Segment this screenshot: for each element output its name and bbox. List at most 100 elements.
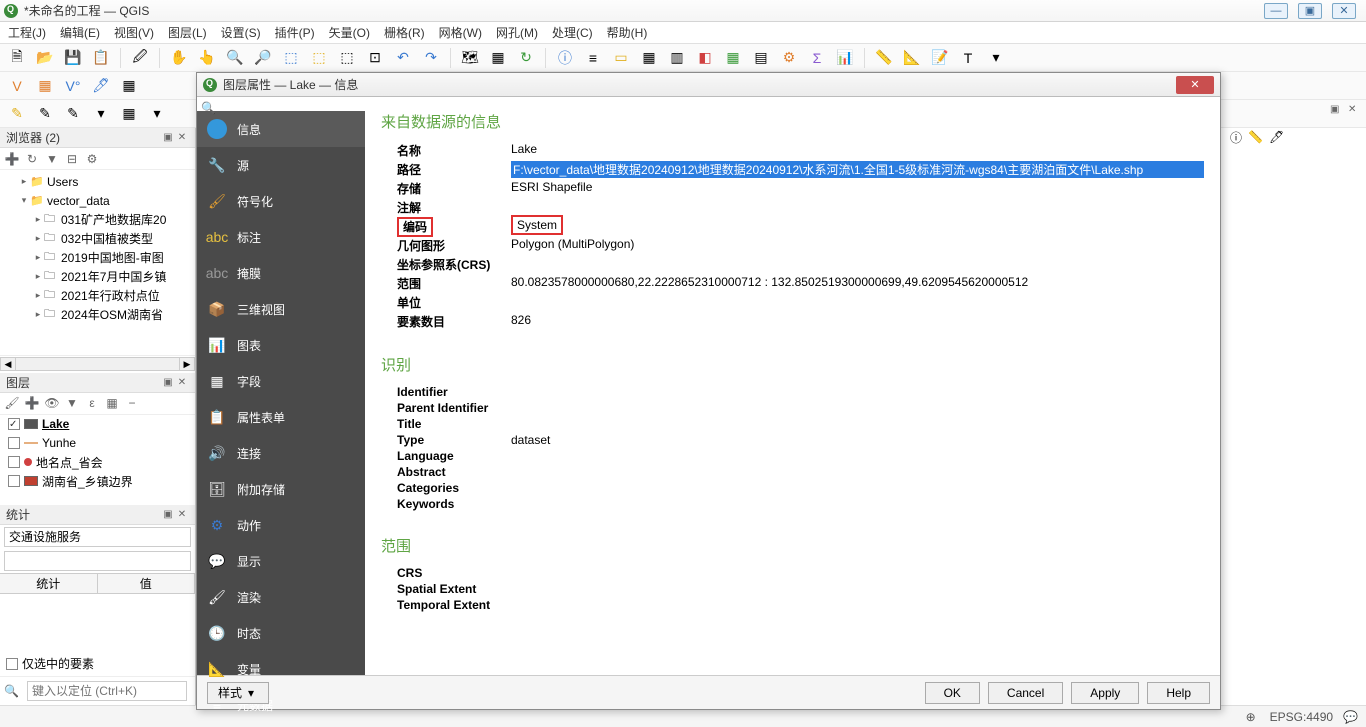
- new-print-button[interactable]: 📋: [90, 47, 112, 69]
- chip-button[interactable]: ▦: [118, 75, 140, 97]
- filter-icon[interactable]: ▼: [44, 151, 60, 167]
- tree-item[interactable]: ▸🗀2021年7月中国乡镇: [0, 267, 195, 286]
- save-edits-button[interactable]: ✎: [34, 103, 56, 125]
- close-button[interactable]: ✕: [1332, 3, 1356, 19]
- sidebar-item-2[interactable]: 🖌符号化: [197, 183, 365, 219]
- locator-input[interactable]: [27, 681, 187, 701]
- tree-item[interactable]: ▸🗀2019中国地图-审图: [0, 248, 195, 267]
- messages-icon[interactable]: 💬: [1343, 710, 1358, 724]
- ident-icon[interactable]: ⓘ: [1230, 129, 1242, 146]
- tb31[interactable]: ▾: [90, 103, 112, 125]
- sidebar-item-12[interactable]: 💬显示: [197, 543, 365, 579]
- measure-area-button[interactable]: 📐: [901, 47, 923, 69]
- tree-item[interactable]: ▸🗀031矿产地数据库20: [0, 210, 195, 229]
- tb32[interactable]: ▦: [118, 103, 140, 125]
- menu-edit[interactable]: 编辑(E): [60, 24, 100, 41]
- filter-layers-icon[interactable]: ▼: [64, 395, 80, 411]
- expand-icon[interactable]: ▸: [32, 271, 44, 282]
- dialog-close-button[interactable]: ✕: [1176, 76, 1214, 94]
- toolbox-button[interactable]: Σ: [806, 47, 828, 69]
- props-icon[interactable]: ⚙: [84, 151, 100, 167]
- zoom-selection-button[interactable]: ⬚: [308, 47, 330, 69]
- expand-icon[interactable]: ▸: [18, 176, 30, 187]
- expr-icon[interactable]: ε: [84, 395, 100, 411]
- measure-button[interactable]: 📏: [873, 47, 895, 69]
- tb30[interactable]: ✎: [62, 103, 84, 125]
- sidebar-item-9[interactable]: 🔊连接: [197, 435, 365, 471]
- expand-icon[interactable]: ▸: [32, 309, 44, 320]
- panel-close-icon[interactable]: ✕: [175, 375, 189, 389]
- layers-tree[interactable]: LakeYunhe地名点_省会湖南省_乡镇边界: [0, 415, 195, 505]
- stats-selected-only[interactable]: 仅选中的要素: [0, 651, 195, 676]
- sidebar-item-14[interactable]: 🕒时态: [197, 615, 365, 651]
- zoom-layer-icon[interactable]: ▦: [104, 395, 120, 411]
- sidebar-item-5[interactable]: 📦三维视图: [197, 291, 365, 327]
- cancel-button[interactable]: Cancel: [988, 682, 1063, 704]
- zoom-in-button[interactable]: 🔍: [224, 47, 246, 69]
- style-menu-button[interactable]: 样式 ▾: [207, 682, 269, 704]
- save-project-button[interactable]: 💾: [62, 47, 84, 69]
- expand-icon[interactable]: ▸: [32, 290, 44, 301]
- zoom-layer-button[interactable]: ⬚: [336, 47, 358, 69]
- browser-hscroll[interactable]: ◀ ▶: [0, 355, 195, 373]
- visibility-icon[interactable]: 👁: [44, 395, 60, 411]
- zoom-next-button[interactable]: ↷: [420, 47, 442, 69]
- dialog-titlebar[interactable]: 图层属性 — Lake — 信息 ✕: [197, 73, 1220, 97]
- menu-layer[interactable]: 图层(L): [168, 24, 207, 41]
- zoom-last-button[interactable]: ↶: [392, 47, 414, 69]
- browser-tree[interactable]: ▸📁Users▾📁vector_data▸🗀031矿产地数据库20▸🗀032中国…: [0, 170, 195, 355]
- sidebar-item-10[interactable]: 🗄附加存储: [197, 471, 365, 507]
- new-project-button[interactable]: 🗎: [6, 47, 28, 69]
- layer-item[interactable]: 湖南省_乡镇边界: [0, 472, 195, 491]
- text-button[interactable]: T: [957, 47, 979, 69]
- zoom-native-button[interactable]: ⊡: [364, 47, 386, 69]
- tb7[interactable]: ≡: [582, 47, 604, 69]
- new-3d-button[interactable]: ▦: [487, 47, 509, 69]
- add-mesh-button[interactable]: V°: [62, 75, 84, 97]
- sidebar-item-11[interactable]: ⚙动作: [197, 507, 365, 543]
- dialog-search-input[interactable]: [197, 97, 365, 111]
- stats-th2[interactable]: 值: [98, 574, 196, 594]
- tb33[interactable]: ▾: [146, 103, 168, 125]
- pan-selection-button[interactable]: 👆: [196, 47, 218, 69]
- apply-button[interactable]: Apply: [1071, 682, 1139, 704]
- minimize-button[interactable]: —: [1264, 3, 1288, 19]
- layer-item[interactable]: 地名点_省会: [0, 453, 195, 472]
- collapse-icon[interactable]: ⊟: [64, 151, 80, 167]
- menu-plugins[interactable]: 插件(P): [275, 24, 315, 41]
- layer-checkbox[interactable]: [8, 418, 20, 430]
- add-raster-button[interactable]: ▦: [34, 75, 56, 97]
- add-group-icon[interactable]: ➕: [24, 395, 40, 411]
- stats-field-input[interactable]: [4, 551, 191, 571]
- dialog-content[interactable]: 来自数据源的信息 名称Lake路径F:\vector_data\地理数据2024…: [365, 97, 1220, 675]
- sidebar-item-8[interactable]: 📋属性表单: [197, 399, 365, 435]
- edit-pen-button[interactable]: 🖊: [90, 75, 112, 97]
- info-value[interactable]: F:\vector_data\地理数据20240912\地理数据20240912…: [511, 161, 1204, 178]
- maximize-button[interactable]: ▣: [1298, 3, 1322, 19]
- select-all-button[interactable]: ▦: [638, 47, 660, 69]
- menu-web[interactable]: 网孔(M): [496, 24, 538, 41]
- sidebar-item-13[interactable]: 🖌渲染: [197, 579, 365, 615]
- tb9[interactable]: ▦: [722, 47, 744, 69]
- identify-button[interactable]: ⓘ: [554, 47, 576, 69]
- add-layer-icon[interactable]: ➕: [4, 151, 20, 167]
- tree-item[interactable]: ▾📁vector_data: [0, 191, 195, 210]
- menu-raster[interactable]: 栅格(R): [384, 24, 425, 41]
- deselect-button[interactable]: ▥: [666, 47, 688, 69]
- panel-close-icon[interactable]: ✕: [175, 507, 189, 521]
- sidebar-item-6[interactable]: 📊图表: [197, 327, 365, 363]
- expand-icon[interactable]: ▸: [32, 214, 44, 225]
- menu-settings[interactable]: 设置(S): [221, 24, 261, 41]
- new-map-button[interactable]: 🗺: [459, 47, 481, 69]
- refresh-icon[interactable]: ↻: [24, 151, 40, 167]
- panel-close-icon[interactable]: ✕: [1348, 104, 1362, 118]
- crs-icon[interactable]: ⊕: [1246, 710, 1260, 724]
- select-button[interactable]: ▭: [610, 47, 632, 69]
- layer-checkbox[interactable]: [8, 456, 20, 468]
- open-project-button[interactable]: 📂: [34, 47, 56, 69]
- tree-item[interactable]: ▸🗀2024年OSM湖南省: [0, 305, 195, 324]
- layer-checkbox[interactable]: [8, 437, 20, 449]
- menu-help[interactable]: 帮助(H): [607, 24, 648, 41]
- ok-button[interactable]: OK: [925, 682, 980, 704]
- sidebar-item-4[interactable]: abc掩膜: [197, 255, 365, 291]
